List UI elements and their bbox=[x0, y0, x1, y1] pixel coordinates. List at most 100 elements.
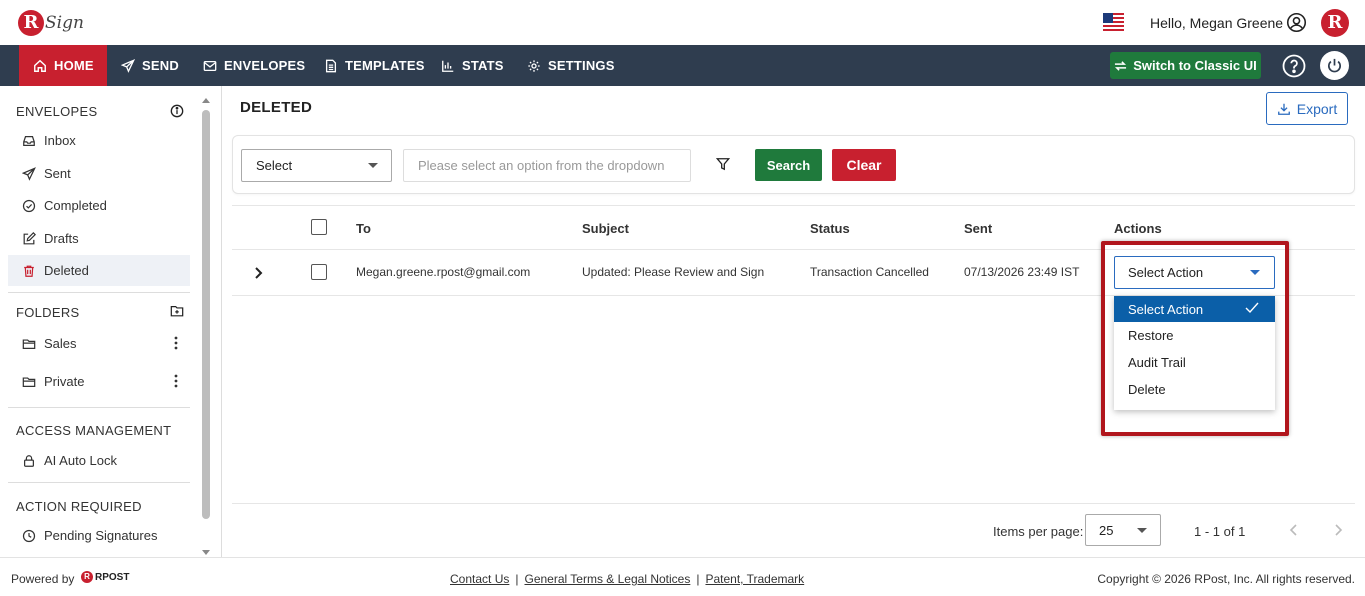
chevron-down-icon bbox=[368, 163, 378, 168]
sidebar bbox=[0, 86, 222, 557]
nav-home[interactable]: HOME bbox=[19, 45, 107, 86]
sidebar-folder-sales[interactable]: Sales bbox=[8, 328, 190, 359]
sidebar-item-label: Completed bbox=[44, 198, 107, 213]
uk-flag-icon[interactable] bbox=[1103, 13, 1124, 32]
scroll-down-icon[interactable] bbox=[201, 549, 211, 557]
sidebar-item-label: Private bbox=[44, 374, 85, 389]
access-section-header: ACCESS MANAGEMENT bbox=[16, 423, 172, 438]
help-icon[interactable] bbox=[1282, 54, 1306, 78]
inbox-icon bbox=[23, 135, 35, 146]
sidebar-divider bbox=[8, 482, 190, 483]
nav-send[interactable]: SEND bbox=[121, 45, 179, 86]
sidebar-item-ai-auto-lock[interactable]: AI Auto Lock bbox=[8, 445, 190, 476]
nav-settings[interactable]: SETTINGS bbox=[527, 45, 615, 86]
logo-text: Sign bbox=[45, 13, 84, 33]
clock-icon bbox=[22, 529, 36, 542]
power-icon bbox=[1328, 58, 1341, 73]
folder-icon bbox=[22, 376, 36, 387]
nav-templates[interactable]: TEMPLATES bbox=[324, 45, 425, 86]
row-checkbox[interactable] bbox=[311, 264, 327, 280]
nav-send-label: SEND bbox=[142, 58, 179, 73]
rpost-brand-icon[interactable]: R bbox=[1321, 9, 1349, 37]
column-header-subject[interactable]: Subject bbox=[582, 221, 629, 236]
lock-icon bbox=[24, 454, 34, 467]
column-header-to[interactable]: To bbox=[356, 221, 371, 236]
previous-page-icon[interactable] bbox=[1289, 523, 1299, 537]
folder-icon bbox=[22, 338, 36, 349]
highlight-box bbox=[1101, 241, 1289, 436]
edit-icon bbox=[23, 231, 36, 244]
contact-us-link[interactable]: Contact Us bbox=[450, 572, 509, 586]
filter-icon[interactable] bbox=[716, 157, 730, 171]
rpost-logo-icon: R bbox=[81, 571, 93, 583]
kebab-menu-icon[interactable] bbox=[172, 374, 180, 388]
send-icon bbox=[22, 166, 36, 181]
send-icon bbox=[121, 58, 135, 73]
items-per-page-select[interactable]: 25 bbox=[1085, 514, 1161, 546]
download-icon bbox=[1277, 103, 1290, 115]
terms-link[interactable]: General Terms & Legal Notices bbox=[524, 572, 690, 586]
rpost-logo-text: RPOST bbox=[95, 571, 130, 583]
scroll-up-icon[interactable] bbox=[201, 96, 211, 104]
info-icon[interactable] bbox=[170, 104, 184, 118]
template-icon bbox=[325, 59, 337, 72]
column-header-status[interactable]: Status bbox=[810, 221, 850, 236]
link-separator: | bbox=[696, 572, 700, 586]
nav-stats[interactable]: STATS bbox=[441, 45, 504, 86]
expand-row-icon[interactable] bbox=[253, 266, 265, 280]
trash-icon bbox=[24, 265, 34, 277]
row-subject: Updated: Please Review and Sign bbox=[582, 265, 765, 279]
sidebar-item-label: Pending Signatures bbox=[44, 528, 158, 543]
folders-section-header: FOLDERS bbox=[16, 305, 80, 320]
nav-templates-label: TEMPLATES bbox=[345, 58, 425, 73]
add-folder-icon[interactable] bbox=[170, 304, 184, 318]
sidebar-item-deleted[interactable]: Deleted bbox=[8, 255, 190, 286]
rsign-logo[interactable]: R Sign bbox=[18, 6, 84, 40]
search-placeholder: Please select an option from the dropdow… bbox=[418, 158, 665, 173]
sidebar-item-label: Sales bbox=[44, 336, 77, 351]
search-input[interactable]: Please select an option from the dropdow… bbox=[403, 149, 691, 182]
check-circle-icon bbox=[22, 199, 36, 212]
sidebar-item-completed[interactable]: Completed bbox=[8, 190, 190, 221]
items-per-page-label: Items per page: bbox=[993, 524, 1084, 539]
action-required-header: ACTION REQUIRED bbox=[16, 499, 142, 514]
next-page-icon[interactable] bbox=[1333, 523, 1343, 537]
nav-envelopes[interactable]: ENVELOPES bbox=[203, 45, 305, 86]
stats-icon bbox=[442, 60, 454, 72]
user-greeting: Hello, Megan Greene bbox=[1150, 15, 1284, 31]
switch-classic-ui-button[interactable]: Switch to Classic UI bbox=[1110, 52, 1261, 79]
column-header-actions: Actions bbox=[1114, 221, 1162, 236]
user-profile-icon[interactable] bbox=[1286, 12, 1307, 33]
nav-stats-label: STATS bbox=[462, 58, 504, 73]
gear-icon bbox=[528, 59, 540, 72]
sidebar-item-label: Inbox bbox=[44, 133, 76, 148]
export-label: Export bbox=[1296, 100, 1338, 117]
logout-button[interactable] bbox=[1320, 51, 1349, 80]
sidebar-item-pending-signatures[interactable]: Pending Signatures bbox=[8, 520, 190, 551]
select-all-checkbox[interactable] bbox=[311, 219, 327, 235]
sidebar-item-drafts[interactable]: Drafts bbox=[8, 223, 190, 254]
patent-link[interactable]: Patent, Trademark bbox=[705, 572, 804, 586]
row-sent-date: 07/13/2026 23:49 IST bbox=[964, 265, 1080, 279]
sidebar-folder-private[interactable]: Private bbox=[8, 366, 190, 397]
kebab-menu-icon[interactable] bbox=[172, 336, 180, 350]
search-button[interactable]: Search bbox=[755, 149, 822, 181]
sidebar-item-label: Deleted bbox=[44, 263, 89, 278]
items-per-page-value: 25 bbox=[1099, 522, 1114, 538]
row-status: Transaction Cancelled bbox=[810, 265, 929, 279]
row-to-email: Megan.greene.rpost@gmail.com bbox=[356, 265, 531, 279]
clear-button[interactable]: Clear bbox=[832, 149, 896, 181]
sidebar-item-inbox[interactable]: Inbox bbox=[8, 125, 190, 156]
nav-envelopes-label: ENVELOPES bbox=[224, 58, 306, 73]
sidebar-scrollbar[interactable] bbox=[202, 110, 210, 519]
sidebar-item-label: AI Auto Lock bbox=[44, 453, 117, 468]
switch-classic-ui-label: Switch to Classic UI bbox=[1133, 58, 1257, 73]
column-header-sent[interactable]: Sent bbox=[964, 221, 992, 236]
table-top-border bbox=[232, 205, 1355, 206]
export-button[interactable]: Export bbox=[1266, 92, 1348, 125]
sidebar-divider bbox=[8, 407, 190, 408]
chevron-down-icon bbox=[1137, 528, 1147, 533]
top-bar: R Sign Hello, Megan Greene R bbox=[0, 0, 1365, 45]
sidebar-item-sent[interactable]: Sent bbox=[8, 158, 190, 189]
envelopes-section-header: ENVELOPES bbox=[16, 104, 98, 119]
